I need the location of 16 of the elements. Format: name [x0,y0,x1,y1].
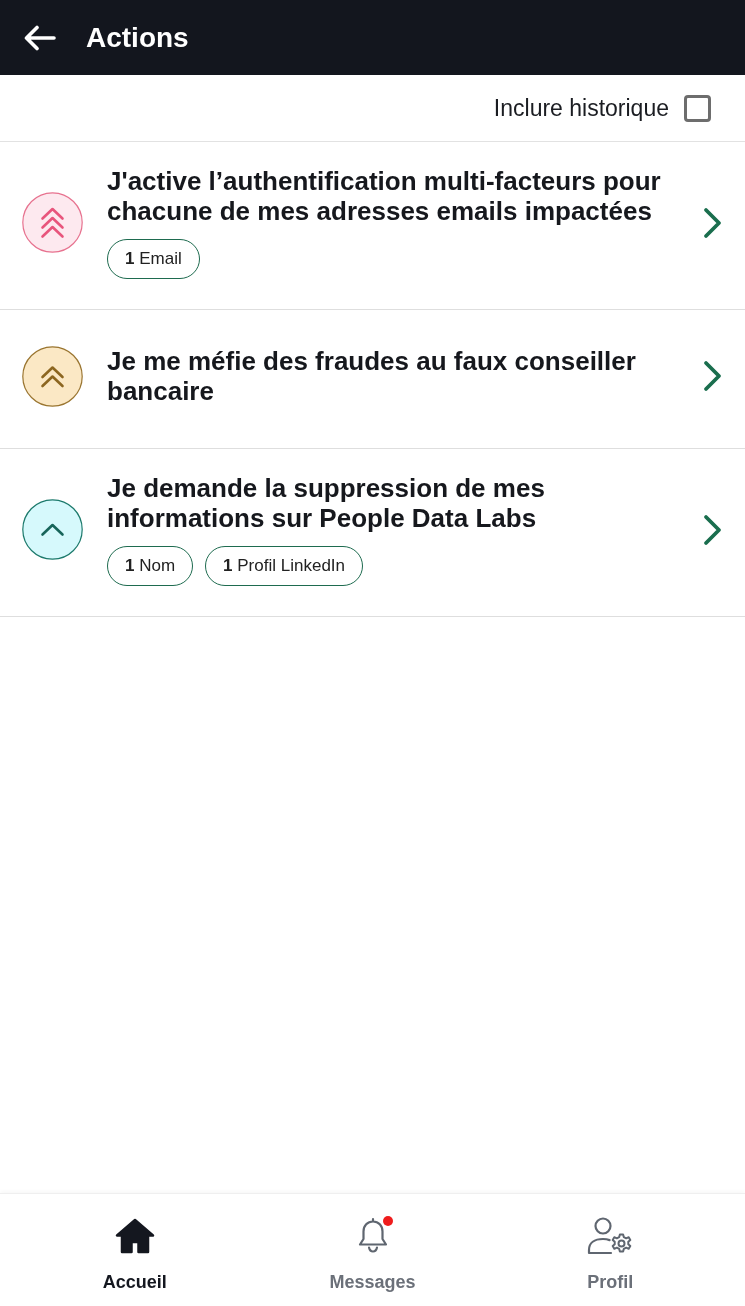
chevron-right-icon[interactable] [703,360,722,392]
nav-tab[interactable]: Accueil [16,1194,254,1306]
bell-icon [356,1218,389,1254]
user-gear-icon [587,1217,634,1255]
back-arrow-icon[interactable] [24,24,56,51]
nav-tab[interactable]: Messages [253,1194,492,1306]
chevron-right-icon[interactable] [703,513,722,546]
page-title: Actions [86,20,189,55]
home-icon [114,1218,155,1254]
checkbox-label: Inclure historique [493,94,669,122]
nav-tab[interactable]: Profil [491,1194,729,1306]
action-title: Je demande la suppression de mes informations sur People Data Labs [107,473,546,533]
chevron-right-icon[interactable] [703,206,722,239]
checkbox[interactable] [684,94,711,122]
action-title: J'active l’authentification multi-facteurs pour chacune de mes adresses emails impactées [107,166,662,226]
action-title: Je me méfie des fraudes au faux conseiller bancaire [107,346,637,406]
